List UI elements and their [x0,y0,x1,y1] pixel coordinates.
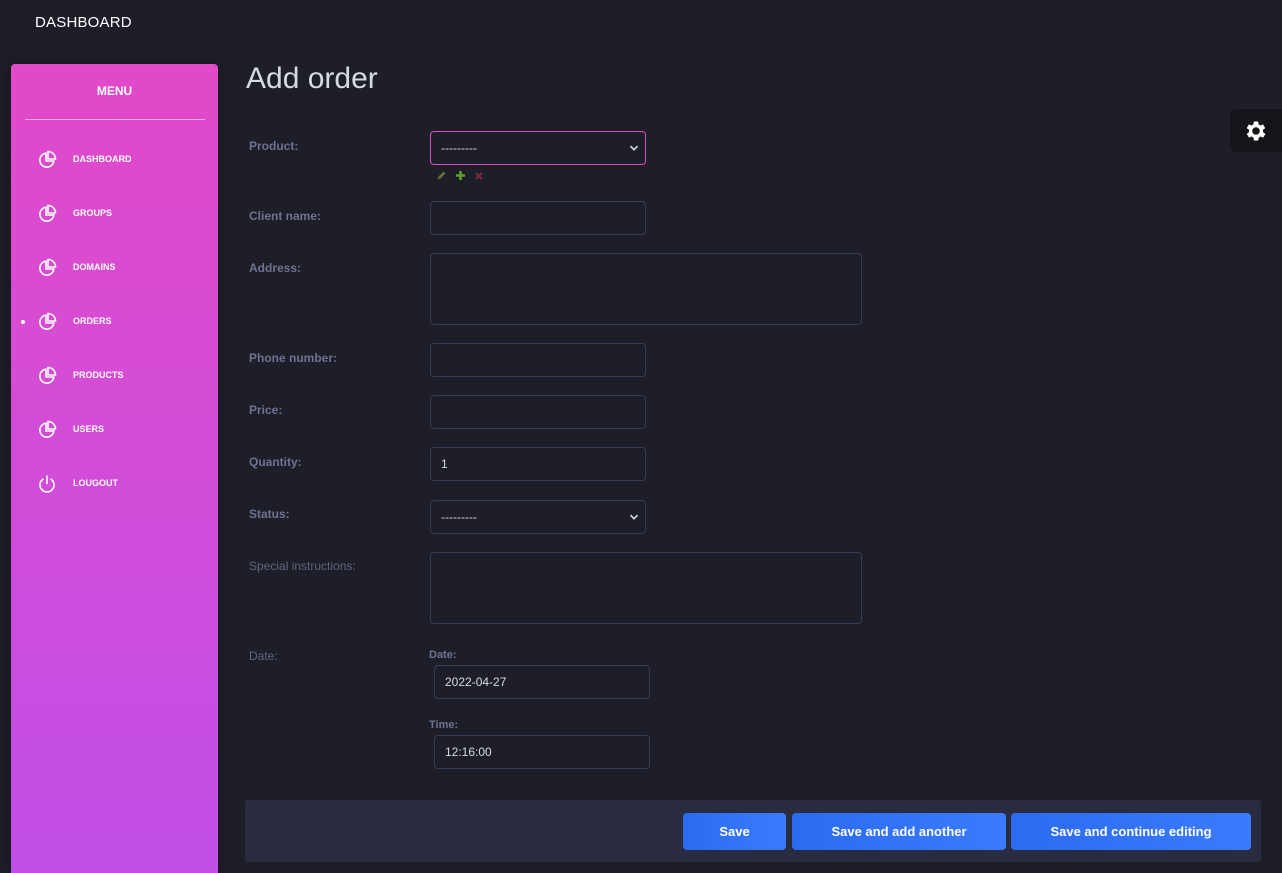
product-label: Product: [249,139,299,153]
pie-chart-icon [39,366,57,384]
brand-title[interactable]: DASHBOARD [35,14,132,31]
add-related-button[interactable] [455,168,466,186]
client-name-label: Client name: [249,209,322,223]
close-icon [475,172,483,180]
gear-icon [1246,120,1266,141]
chevron-down-icon [629,145,639,151]
sidebar-item-dashboard[interactable]: DASHBOARD [11,145,218,175]
price-label: Price: [249,403,283,417]
sidebar-item-label: GROUPS [73,208,113,218]
save-button[interactable]: Save [683,813,786,850]
special-instructions-label: Special instructions: [249,559,356,573]
settings-button[interactable] [1230,109,1282,152]
special-instructions-textarea[interactable] [430,552,862,624]
sidebar-item-label: PRODUCTS [73,370,124,380]
top-bar: DASHBOARD [0,0,1282,46]
sidebar: MENU DASHBOARD GROUPS DOMAINS ORDERS PRO… [11,64,218,873]
time-input[interactable]: 12:16:00 [434,735,650,769]
sidebar-item-label: USERS [73,424,105,434]
plus-icon [456,171,465,180]
menu-title: MENU [96,84,133,98]
quantity-label: Quantity: [249,455,302,469]
status-select[interactable]: --------- [430,500,646,534]
pie-chart-icon [39,150,57,168]
sidebar-item-label: ORDERS [73,316,112,326]
address-textarea[interactable] [430,253,862,325]
status-label: Status: [249,507,290,521]
product-select[interactable]: --------- [430,131,646,165]
price-input[interactable] [430,395,646,429]
pie-chart-icon [39,204,57,222]
page-title: Add order [246,62,378,95]
pie-chart-icon [39,258,57,276]
power-icon [39,475,55,493]
active-indicator [21,320,25,324]
save-and-continue-button[interactable]: Save and continue editing [1011,813,1251,850]
date-label: Date: [249,649,278,663]
edit-related-button[interactable] [436,168,447,186]
sidebar-item-orders[interactable]: ORDERS [11,307,218,337]
save-and-add-another-button[interactable]: Save and add another [792,813,1006,850]
client-name-input[interactable] [430,201,646,235]
pie-chart-icon [39,312,57,330]
menu-divider [25,119,205,120]
sidebar-item-label: DOMAINS [73,262,116,272]
phone-label: Phone number: [249,351,338,365]
pencil-icon [437,171,446,180]
quantity-input[interactable]: 1 [430,447,646,481]
address-label: Address: [249,261,302,275]
sidebar-item-users[interactable]: USERS [11,415,218,445]
sidebar-item-logout[interactable]: LOUGOUT [11,469,218,499]
sidebar-item-label: LOUGOUT [73,478,118,488]
status-select-value: --------- [441,510,477,524]
submit-row: Save Save and add another Save and conti… [245,800,1261,862]
phone-input[interactable] [430,343,646,377]
sidebar-item-groups[interactable]: GROUPS [11,199,218,229]
chevron-down-icon [629,514,639,520]
date-input[interactable]: 2022-04-27 [434,665,650,699]
date-sublabel: Date: [429,649,457,661]
sidebar-item-label: DASHBOARD [73,154,132,164]
pie-chart-icon [39,420,57,438]
product-select-value: --------- [441,141,477,155]
related-widget-actions [436,168,484,186]
sidebar-item-domains[interactable]: DOMAINS [11,253,218,283]
sidebar-item-products[interactable]: PRODUCTS [11,361,218,391]
delete-related-button[interactable] [474,168,484,186]
time-sublabel: Time: [429,719,459,731]
